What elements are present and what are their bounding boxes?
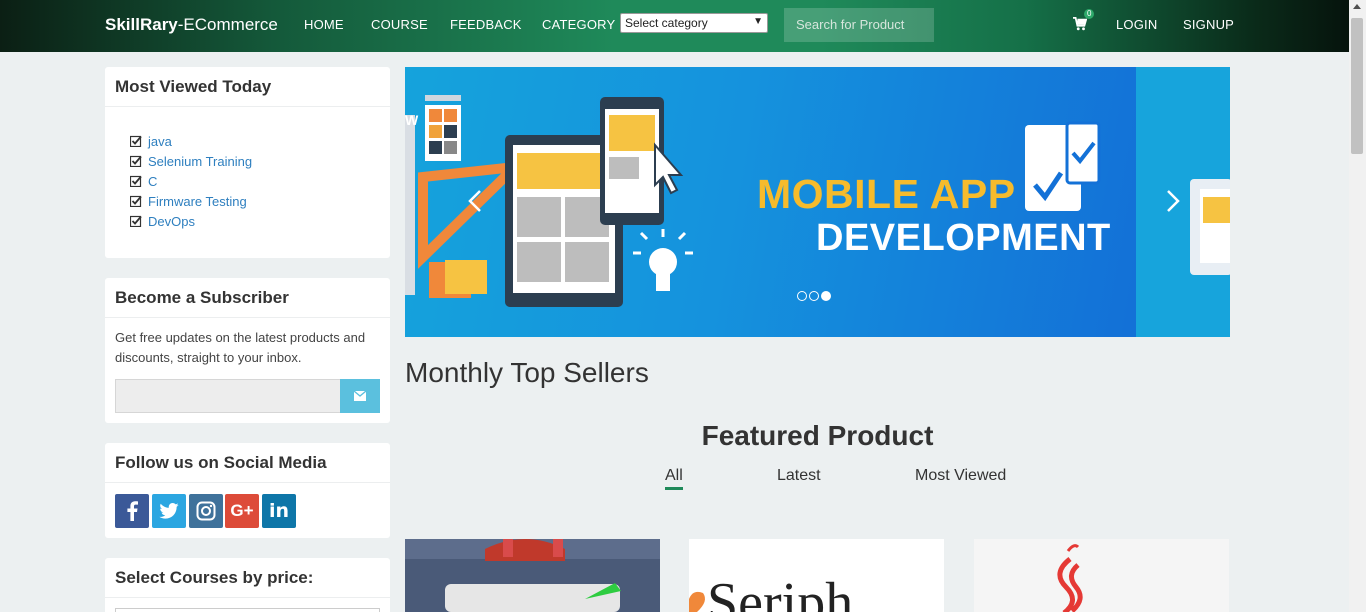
- list-item-label[interactable]: Firmware Testing: [148, 194, 247, 209]
- checkbox-checked-icon: [130, 195, 142, 207]
- email-field[interactable]: [115, 379, 341, 413]
- product-image: Seriph: [689, 539, 944, 612]
- product-card[interactable]: [405, 539, 660, 612]
- subscribe-form: [115, 379, 380, 413]
- carousel-dot[interactable]: [797, 291, 807, 301]
- subscribe-button[interactable]: [340, 379, 380, 413]
- carousel-dot-active[interactable]: [821, 291, 831, 301]
- price-select[interactable]: [115, 608, 380, 612]
- google-plus-icon: G+: [230, 501, 254, 520]
- login-link[interactable]: LOGIN: [1116, 17, 1157, 32]
- tab-all[interactable]: All: [665, 467, 683, 490]
- most-viewed-list: java Selenium Training C Firmware Testin…: [105, 107, 390, 231]
- nav-feedback[interactable]: FEEDBACK: [450, 17, 522, 32]
- list-item-label[interactable]: java: [148, 134, 172, 149]
- checkbox-checked-icon: [130, 135, 142, 147]
- facebook-button[interactable]: [115, 494, 149, 528]
- most-viewed-panel: Most Viewed Today java Selenium Training…: [105, 67, 390, 258]
- category-select-value: Select category: [625, 16, 708, 30]
- carousel-next-icon[interactable]: [1166, 189, 1180, 213]
- nav-home[interactable]: HOME: [304, 17, 344, 32]
- carousel-dot[interactable]: [809, 291, 819, 301]
- category-select[interactable]: Select category ▼: [620, 13, 768, 33]
- top-sellers-heading: Monthly Top Sellers: [405, 357, 649, 388]
- list-item-label[interactable]: C: [148, 174, 157, 189]
- svg-text:W: W: [405, 112, 419, 128]
- twitter-button[interactable]: [152, 494, 186, 528]
- subscriber-panel: Become a Subscriber Get free updates on …: [105, 278, 390, 423]
- price-filter-panel: Select Courses by price:: [105, 558, 390, 612]
- tab-latest[interactable]: Latest: [777, 467, 821, 485]
- banner-heading-line2: DEVELOPMENT: [816, 217, 1111, 259]
- nav-category[interactable]: CATEGORY: [542, 17, 615, 32]
- list-item[interactable]: Firmware Testing: [130, 191, 390, 211]
- subscriber-description: Get free updates on the latest products …: [115, 330, 366, 365]
- carousel-indicators: [797, 291, 831, 301]
- brand-logo[interactable]: SkillRary-ECommerce: [105, 15, 278, 35]
- social-panel: Follow us on Social Media G+ in: [105, 443, 390, 538]
- envelope-icon: [354, 391, 366, 401]
- price-filter-title: Select Courses by price:: [105, 558, 390, 598]
- banner-heading-line1: MOBILE APP: [757, 171, 1016, 217]
- product-image: [405, 539, 660, 612]
- facebook-icon: [127, 501, 138, 521]
- list-item[interactable]: C: [130, 171, 390, 191]
- checkbox-checked-icon: [130, 175, 142, 187]
- scrollbar-thumb[interactable]: [1351, 18, 1363, 154]
- svg-text:Seriph: Seriph: [707, 572, 853, 612]
- google-plus-button[interactable]: G+: [225, 494, 259, 528]
- hero-carousel[interactable]: W MOBILE APP DEVELOPMENT: [405, 67, 1230, 337]
- checkbox-checked-icon: [130, 155, 142, 167]
- linkedin-icon: in: [268, 500, 290, 522]
- subscriber-title: Become a Subscriber: [105, 278, 390, 318]
- product-image: [974, 539, 1229, 612]
- carousel-prev-icon[interactable]: [468, 189, 482, 213]
- linkedin-button[interactable]: in: [262, 494, 296, 528]
- twitter-icon: [159, 503, 179, 519]
- scroll-up-icon[interactable]: [1353, 4, 1361, 9]
- top-navbar: SkillRary-ECommerce HOME COURSE FEEDBACK…: [0, 0, 1366, 52]
- chevron-down-icon: ▼: [753, 16, 763, 27]
- instagram-button[interactable]: [189, 494, 223, 528]
- product-card[interactable]: [974, 539, 1229, 612]
- search-input[interactable]: Search for Product: [784, 8, 934, 42]
- social-title: Follow us on Social Media: [105, 443, 390, 483]
- list-item[interactable]: DevOps: [130, 211, 390, 231]
- cart-icon[interactable]: [1073, 17, 1087, 31]
- list-item[interactable]: Selenium Training: [130, 151, 390, 171]
- most-viewed-title: Most Viewed Today: [105, 67, 390, 107]
- nav-course[interactable]: COURSE: [371, 17, 428, 32]
- list-item-label[interactable]: DevOps: [148, 214, 195, 229]
- checkbox-checked-icon: [130, 215, 142, 227]
- tab-most-viewed[interactable]: Most Viewed: [915, 467, 1006, 485]
- list-item[interactable]: java: [130, 131, 390, 151]
- cart-count-badge: 0: [1084, 9, 1095, 19]
- list-item-label[interactable]: Selenium Training: [148, 154, 252, 169]
- instagram-icon: [196, 501, 216, 521]
- product-card[interactable]: Seriph: [689, 539, 944, 612]
- page-scrollbar[interactable]: [1349, 0, 1366, 612]
- featured-heading: Featured Product: [701, 420, 934, 451]
- signup-link[interactable]: SIGNUP: [1183, 17, 1234, 32]
